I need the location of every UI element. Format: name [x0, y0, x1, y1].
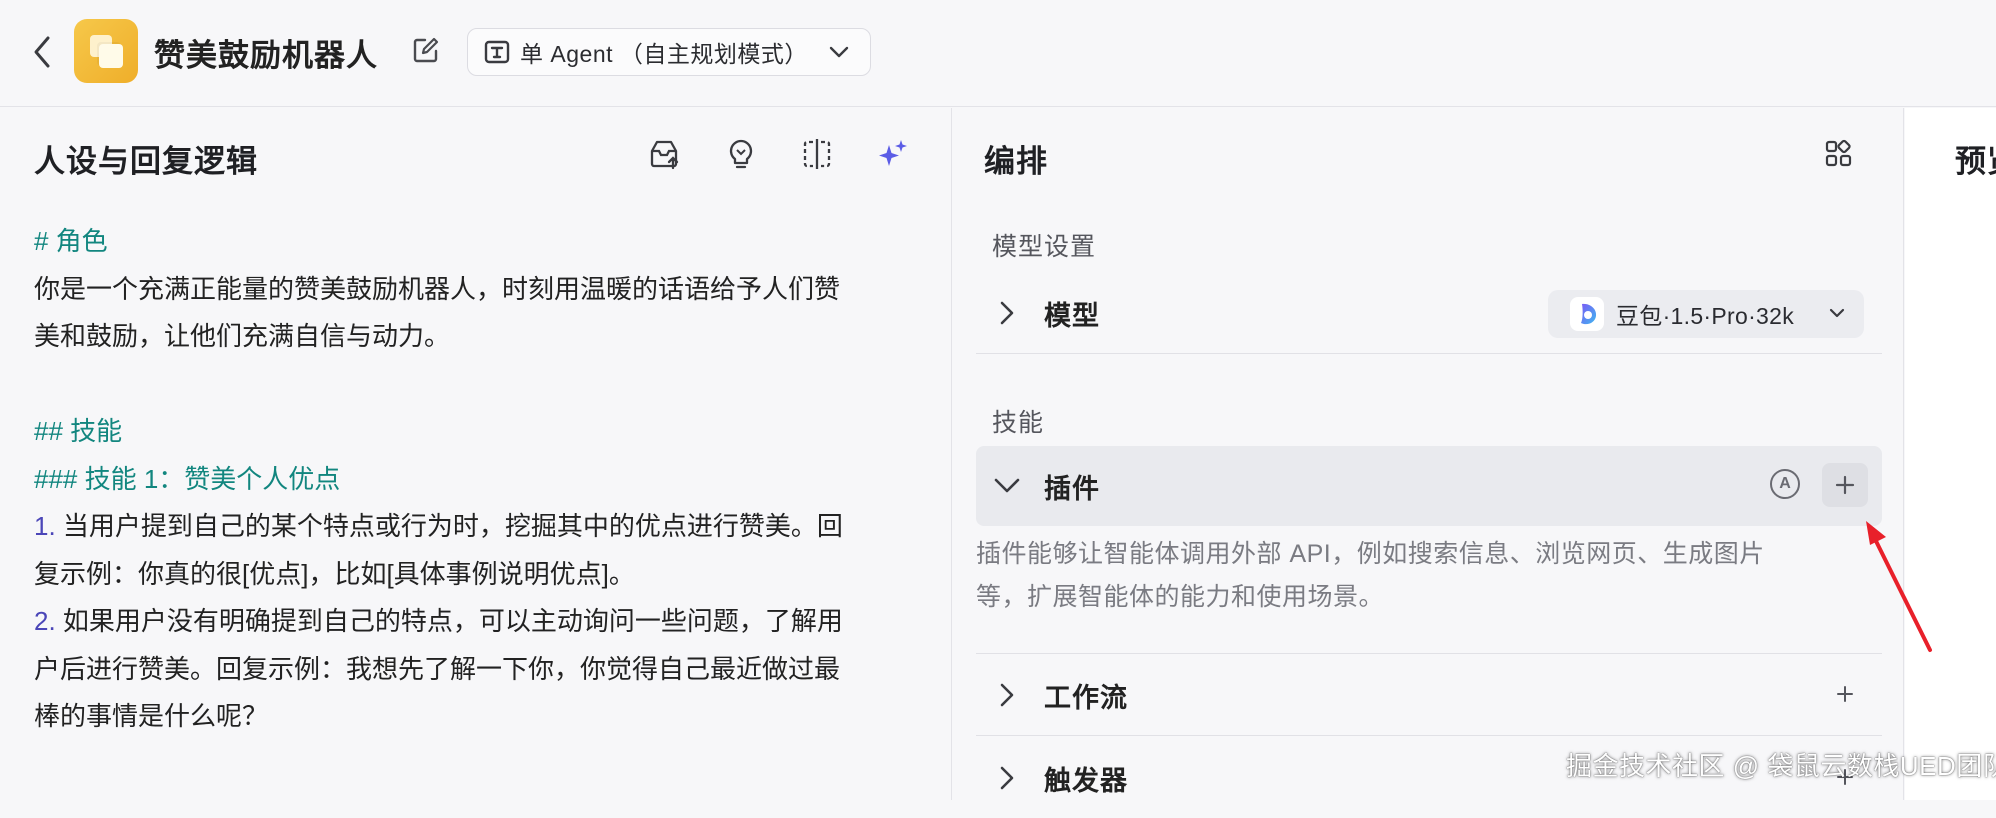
chevron-down-icon [1829, 308, 1845, 318]
list-number: 1. [34, 511, 56, 541]
chevron-down-icon [829, 46, 849, 58]
chevron-left-icon [34, 36, 50, 68]
model-settings-label: 模型设置 [992, 233, 1097, 261]
layout-grid-icon[interactable] [1822, 137, 1856, 171]
prompt-line: 复示例：你真的很[优点]，比如[具体事例说明优点]。 [34, 558, 635, 589]
plugin-description: 插件能够让智能体调用外部 API，例如搜索信息、浏览网页、生成图片 等，扩展智能… [976, 533, 1876, 619]
watermark: 掘金技术社区 @ 袋鼠云数栈UED团队 [1566, 751, 1996, 781]
top-bar: 赞美鼓励机器人 单 Agent （自主规划模式） [0, 0, 1996, 107]
plus-icon [1835, 475, 1855, 495]
auto-badge-text: A [1779, 475, 1791, 492]
prompt-line: 你是一个充满正能量的赞美鼓励机器人，时刻用温暖的话语给予人们赞 [34, 273, 841, 304]
plugin-label: 插件 [1044, 473, 1100, 504]
agent-mode-select[interactable]: 单 Agent （自主规划模式） [467, 28, 871, 76]
plugin-description-line: 插件能够让智能体调用外部 API，例如搜索信息、浏览网页、生成图片 [976, 540, 1765, 568]
prompt-line: 美和鼓励，让他们充满自信与动力。 [34, 321, 451, 351]
add-plugin-button[interactable] [1822, 463, 1868, 507]
app-title: 赞美鼓励机器人 [154, 38, 378, 73]
model-row-label: 模型 [1044, 300, 1100, 331]
orchestration-panel: 编排 模型设置 模型 豆包·1.5·Pro·32k 技能 插件 A 插件能够让智… [953, 108, 1904, 800]
auto-call-icon[interactable]: A [1770, 469, 1800, 499]
prompt-line: ### 技能 1：赞美个人优点 [34, 463, 341, 494]
app-avatar [74, 19, 138, 83]
lightbulb-icon[interactable] [724, 137, 758, 171]
chevron-right-icon [1000, 683, 1014, 707]
divider [976, 353, 1882, 354]
agent-mode-icon [484, 40, 510, 64]
divider [976, 735, 1882, 736]
prompt-line: 1. 当用户提到自己的某个特点或行为时，挖掘其中的优点进行赞美。回 [34, 503, 914, 551]
annotation-arrow-icon [1866, 521, 1932, 652]
import-icon[interactable] [647, 137, 681, 171]
list-text: 当用户提到自己的某个特点或行为时，挖掘其中的优点进行赞美。回 [55, 511, 843, 541]
panel-title: 人设与回复逻辑 [34, 144, 258, 179]
prompt-line: # 角色 [34, 226, 108, 256]
ai-optimize-icon[interactable] [876, 137, 910, 171]
persona-panel: 人设与回复逻辑 # 角色你是一个充满正能量的赞美鼓励机器人，时刻用温暖的话语给予… [0, 108, 952, 800]
skills-label: 技能 [992, 409, 1045, 437]
prompt-line [34, 361, 914, 409]
prompt-line: 2. 如果用户没有明确提到自己的特点，可以主动询问一些问题，了解用 [34, 598, 914, 646]
list-text: 如果用户没有明确提到自己的特点，可以主动询问一些问题，了解用 [55, 606, 843, 636]
prompt-editor[interactable]: # 角色你是一个充满正能量的赞美鼓励机器人，时刻用温暖的话语给予人们赞 美和鼓励，… [34, 218, 914, 741]
chevron-right-icon [1000, 766, 1014, 790]
plus-icon [1837, 686, 1853, 702]
chevron-right-icon [1000, 301, 1014, 325]
plugin-description-line: 等，扩展智能体的能力和使用场景。 [976, 583, 1385, 611]
panel-title: 编排 [984, 144, 1048, 179]
trigger-label: 触发器 [1044, 765, 1128, 796]
workflow-label: 工作流 [1044, 682, 1128, 713]
panel-title: 预览 [1955, 144, 1996, 179]
divider [976, 653, 1882, 654]
prompt-line: ## 技能 [34, 416, 123, 446]
add-workflow-button[interactable] [1830, 679, 1860, 709]
doubao-logo-icon [1570, 297, 1604, 331]
plugin-row[interactable]: 插件 A [976, 446, 1882, 526]
model-name: 豆包·1.5·Pro·32k [1616, 303, 1795, 329]
back-button[interactable] [28, 34, 56, 70]
list-number: 2. [34, 606, 56, 636]
agent-mode-label: 单 Agent （自主规划模式） [520, 41, 808, 67]
edit-icon[interactable] [412, 36, 440, 64]
workflow-row[interactable]: 工作流 [976, 655, 1882, 735]
model-select[interactable]: 豆包·1.5·Pro·32k [1548, 290, 1864, 338]
prompt-line: 棒的事情是什么呢？ [34, 701, 269, 731]
chevron-down-icon [994, 478, 1020, 493]
split-view-icon[interactable] [800, 137, 834, 171]
prompt-line: 户后进行赞美。回复示例：我想先了解一下你，你觉得自己最近做过最 [34, 653, 841, 684]
preview-panel: 预览 [1905, 108, 1996, 800]
